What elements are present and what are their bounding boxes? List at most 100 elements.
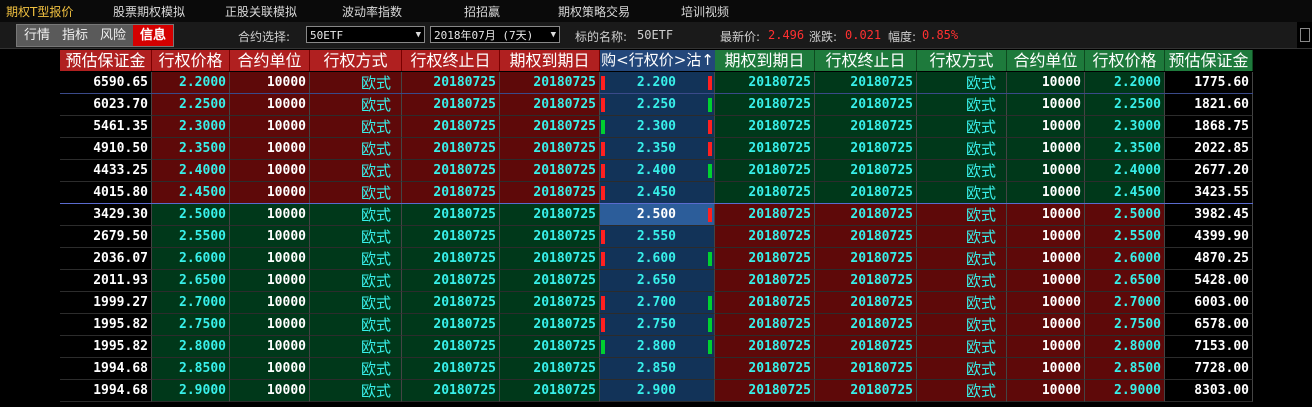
call-margin-cell[interactable]: 5461.35 <box>60 116 152 138</box>
style-put-cell[interactable]: 欧式 <box>917 204 1007 226</box>
exercise-end-put-cell[interactable]: 20180725 <box>815 204 917 226</box>
table-row[interactable]: 1994.68 2.8500 10000 欧式 20180725 20180725 2.85… <box>60 358 1253 380</box>
expiry-call-cell[interactable]: 20180725 <box>500 358 600 380</box>
call-margin-cell[interactable]: 4015.80 <box>60 182 152 204</box>
style-put-cell[interactable]: 欧式 <box>917 72 1007 94</box>
expiry-call-cell[interactable]: 20180725 <box>500 248 600 270</box>
unit-put-cell[interactable]: 10000 <box>1007 358 1085 380</box>
header-put-expiry[interactable]: 期权到期日 <box>715 50 815 71</box>
exercise-end-call-cell[interactable]: 20180725 <box>402 138 500 160</box>
expiry-put-cell[interactable]: 20180725 <box>715 248 815 270</box>
table-row[interactable]: 2011.93 2.6500 10000 欧式 20180725 20180725 2.65… <box>60 270 1253 292</box>
expiry-put-cell[interactable]: 20180725 <box>715 138 815 160</box>
strike-call-cell[interactable]: 2.2500 <box>152 94 230 116</box>
call-margin-cell[interactable]: 1995.82 <box>60 336 152 358</box>
expiry-put-cell[interactable]: 20180725 <box>715 226 815 248</box>
style-put-cell[interactable]: 欧式 <box>917 380 1007 402</box>
put-margin-cell[interactable]: 1868.75 <box>1165 116 1253 138</box>
style-call-cell[interactable]: 欧式 <box>310 358 402 380</box>
unit-put-cell[interactable]: 10000 <box>1007 336 1085 358</box>
strike-call-cell[interactable]: 2.6500 <box>152 270 230 292</box>
exercise-end-call-cell[interactable]: 20180725 <box>402 226 500 248</box>
exercise-end-put-cell[interactable]: 20180725 <box>815 270 917 292</box>
table-row[interactable]: 4910.50 2.3500 10000 欧式 20180725 20180725 2.35… <box>60 138 1253 160</box>
call-margin-cell[interactable]: 4910.50 <box>60 138 152 160</box>
call-margin-cell[interactable]: 2036.07 <box>60 248 152 270</box>
call-margin-cell[interactable]: 1999.27 <box>60 292 152 314</box>
table-row[interactable]: 3429.30 2.5000 10000 欧式 20180725 20180725 2.50… <box>60 204 1253 226</box>
call-margin-cell[interactable]: 3429.30 <box>60 204 152 226</box>
call-margin-cell[interactable]: 1994.68 <box>60 380 152 402</box>
expiry-call-cell[interactable]: 20180725 <box>500 270 600 292</box>
expiry-call-cell[interactable]: 20180725 <box>500 336 600 358</box>
unit-call-cell[interactable]: 10000 <box>230 116 310 138</box>
style-put-cell[interactable]: 欧式 <box>917 336 1007 358</box>
exercise-end-put-cell[interactable]: 20180725 <box>815 116 917 138</box>
strike-call-cell[interactable]: 2.3000 <box>152 116 230 138</box>
exercise-end-call-cell[interactable]: 20180725 <box>402 116 500 138</box>
header-strike-center[interactable]: 购<行权价>沽↑ <box>600 50 715 71</box>
style-call-cell[interactable]: 欧式 <box>310 94 402 116</box>
call-margin-cell[interactable]: 2011.93 <box>60 270 152 292</box>
header-call-unit[interactable]: 合约单位 <box>230 50 310 71</box>
expiry-call-cell[interactable]: 20180725 <box>500 182 600 204</box>
table-row[interactable]: 4433.25 2.4000 10000 欧式 20180725 20180725 2.40… <box>60 160 1253 182</box>
style-call-cell[interactable]: 欧式 <box>310 314 402 336</box>
call-margin-cell[interactable]: 1995.82 <box>60 314 152 336</box>
style-call-cell[interactable]: 欧式 <box>310 160 402 182</box>
strike-call-cell[interactable]: 2.2000 <box>152 72 230 94</box>
header-call-strike[interactable]: 行权价格 <box>152 50 230 71</box>
style-call-cell[interactable]: 欧式 <box>310 248 402 270</box>
exercise-end-put-cell[interactable]: 20180725 <box>815 314 917 336</box>
style-put-cell[interactable]: 欧式 <box>917 160 1007 182</box>
expiry-call-cell[interactable]: 20180725 <box>500 380 600 402</box>
unit-put-cell[interactable]: 10000 <box>1007 160 1085 182</box>
mid-cell[interactable]: 2.850 <box>600 358 715 380</box>
put-margin-cell[interactable]: 4399.90 <box>1165 226 1253 248</box>
exercise-end-call-cell[interactable]: 20180725 <box>402 160 500 182</box>
strike-put-cell[interactable]: 2.8500 <box>1085 358 1165 380</box>
exercise-end-call-cell[interactable]: 20180725 <box>402 182 500 204</box>
strike-call-cell[interactable]: 2.6000 <box>152 248 230 270</box>
table-row[interactable]: 1994.68 2.9000 10000 欧式 20180725 20180725 2.90… <box>60 380 1253 402</box>
strike-call-cell[interactable]: 2.4500 <box>152 182 230 204</box>
strike-call-cell[interactable]: 2.4000 <box>152 160 230 182</box>
style-call-cell[interactable]: 欧式 <box>310 226 402 248</box>
style-put-cell[interactable]: 欧式 <box>917 248 1007 270</box>
style-call-cell[interactable]: 欧式 <box>310 72 402 94</box>
header-put-unit[interactable]: 合约单位 <box>1007 50 1085 71</box>
expiry-put-cell[interactable]: 20180725 <box>715 358 815 380</box>
mid-cell[interactable]: 2.900 <box>600 380 715 402</box>
style-call-cell[interactable]: 欧式 <box>310 204 402 226</box>
mid-cell[interactable]: 2.350 <box>600 138 715 160</box>
strike-call-cell[interactable]: 2.5000 <box>152 204 230 226</box>
strike-call-cell[interactable]: 2.5500 <box>152 226 230 248</box>
exercise-end-call-cell[interactable]: 20180725 <box>402 204 500 226</box>
expiry-put-cell[interactable]: 20180725 <box>715 204 815 226</box>
mid-cell[interactable]: 2.250 <box>600 94 715 116</box>
unit-put-cell[interactable]: 10000 <box>1007 72 1085 94</box>
put-margin-cell[interactable]: 1821.60 <box>1165 94 1253 116</box>
unit-call-cell[interactable]: 10000 <box>230 160 310 182</box>
unit-put-cell[interactable]: 10000 <box>1007 248 1085 270</box>
expiry-put-cell[interactable]: 20180725 <box>715 72 815 94</box>
unit-put-cell[interactable]: 10000 <box>1007 270 1085 292</box>
header-put-exercise-end[interactable]: 行权终止日 <box>815 50 917 71</box>
style-put-cell[interactable]: 欧式 <box>917 182 1007 204</box>
unit-put-cell[interactable]: 10000 <box>1007 116 1085 138</box>
panel-toggle-icon[interactable] <box>1300 28 1310 42</box>
exercise-end-put-cell[interactable]: 20180725 <box>815 292 917 314</box>
exercise-end-call-cell[interactable]: 20180725 <box>402 380 500 402</box>
menu-volatility-index[interactable]: 波动率指数 <box>342 3 402 20</box>
style-put-cell[interactable]: 欧式 <box>917 138 1007 160</box>
exercise-end-call-cell[interactable]: 20180725 <box>402 292 500 314</box>
expiry-put-cell[interactable]: 20180725 <box>715 182 815 204</box>
menu-t-quote[interactable]: 期权T型报价 <box>6 3 73 20</box>
exercise-end-call-cell[interactable]: 20180725 <box>402 94 500 116</box>
put-margin-cell[interactable]: 2022.85 <box>1165 138 1253 160</box>
strike-call-cell[interactable]: 2.7500 <box>152 314 230 336</box>
expiry-call-cell[interactable]: 20180725 <box>500 292 600 314</box>
put-margin-cell[interactable]: 1775.60 <box>1165 72 1253 94</box>
mid-cell[interactable]: 2.750 <box>600 314 715 336</box>
tab-indicator[interactable]: 指标 <box>57 25 93 46</box>
